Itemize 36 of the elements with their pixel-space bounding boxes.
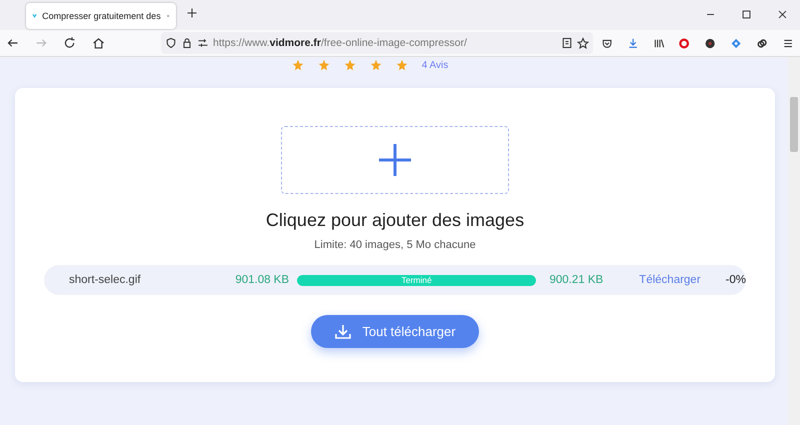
- download-icon: [334, 322, 352, 340]
- plus-icon: [378, 143, 412, 177]
- star-icon: [318, 59, 330, 71]
- star-icon: [292, 59, 304, 71]
- download-link[interactable]: Télécharger: [639, 274, 701, 286]
- scrollbar-thumb[interactable]: [790, 97, 798, 152]
- download-icon[interactable]: [626, 36, 639, 50]
- progress-fill: Terminé: [297, 274, 536, 286]
- review-count[interactable]: 4 Avis: [422, 60, 448, 70]
- tab-title: Compresser gratuitement des: [42, 11, 161, 21]
- plus-icon: [186, 7, 198, 19]
- star-icon: [396, 59, 408, 71]
- home-icon[interactable]: [92, 36, 105, 50]
- upload-limit: Limite: 40 images, 5 Mo chacune: [314, 239, 476, 251]
- star-icon: [370, 59, 382, 71]
- maximize-icon: [740, 8, 752, 20]
- upload-title: Cliquez pour ajouter des images: [266, 210, 524, 231]
- compression-ratio: -0%: [726, 274, 746, 286]
- original-size: 901.08 KB: [234, 274, 290, 286]
- browser-tab[interactable]: Compresser gratuitement des: [26, 3, 176, 29]
- permissions-icon[interactable]: [197, 37, 209, 49]
- reader-icon[interactable]: [561, 37, 573, 49]
- address-bar[interactable]: https://www.vidmore.fr/free-online-image-compressor/: [161, 32, 593, 54]
- reload-icon[interactable]: [63, 36, 76, 50]
- compressed-size: 900.21 KB: [548, 274, 604, 286]
- star-icon[interactable]: [577, 37, 589, 49]
- star-icon: [344, 59, 356, 71]
- library-icon[interactable]: [652, 36, 665, 50]
- link-icon[interactable]: [756, 36, 768, 50]
- shield-icon[interactable]: [165, 37, 177, 49]
- close-icon: [776, 8, 788, 20]
- download-all-button[interactable]: Tout télécharger: [311, 315, 479, 348]
- diamond-icon[interactable]: [730, 36, 742, 50]
- url-text: https://www.vidmore.fr/free-online-image-compressor/: [213, 37, 468, 49]
- file-name: short-selec.gif: [68, 274, 142, 286]
- lock-icon[interactable]: [181, 37, 193, 49]
